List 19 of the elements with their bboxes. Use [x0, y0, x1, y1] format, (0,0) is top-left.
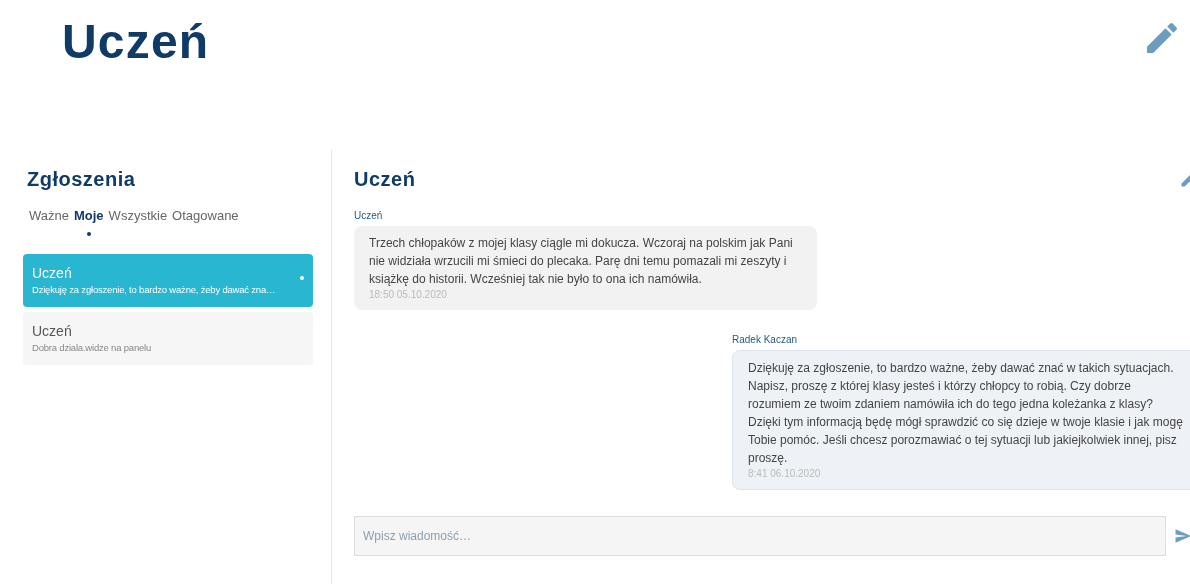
- page-title: Uczeń: [62, 14, 210, 70]
- sender-name: Uczeń: [354, 209, 383, 223]
- conversation-item[interactable]: Uczeń Dobra dziala.widze na panelu: [23, 311, 313, 365]
- conversation-name: Uczeń: [32, 321, 73, 340]
- message-text: Dziękuję za zgłoszenie, to bardzo ważne, żeby dawać znać w takich sytuacjach. Napisz, proszę z której klasy jesteś i którzy chłopcy to robią. Czy dobrze rozumiem ze twoim zdaniem namówiła ich do tego jedna koleżanka z klasy? Dzięki tym informacją będę mógł sprawdzić co się dzieje w twoje klasie i jak mogę Tobie pomóc. Jeśli chcesz porozmawiać o tej sytuacji lub jakiejkolwiek innej, pisz proszę.: [748, 360, 1184, 467]
- filter-tab[interactable]: Ważne: [29, 206, 69, 236]
- message-time: 8:41 06.10.2020: [748, 467, 822, 481]
- message-text: Trzech chłopaków z mojej klasy ciągle mi dokucza. Wczoraj na polskim jak Pani nie widziała wrzucili mi śmieci do plecaka. Parę dni temu pomazali mi zeszyty i książkę do historii. Wcześniej tak nie było to ona ich namówiła.: [369, 235, 794, 288]
- sidebar-title: Zgłoszenia: [27, 167, 137, 192]
- message-input[interactable]: Wpisz wiadomość…: [354, 516, 1166, 556]
- conversation-name: Uczeń: [32, 263, 73, 282]
- chat-title: Uczeń: [354, 167, 416, 192]
- conversation-preview: Dziękuję za zgłoszenie, to bardzo ważne, żeby dawać zna…: [32, 282, 276, 297]
- conversation-preview: Dobra dziala.widze na panelu: [32, 340, 152, 355]
- filter-tab[interactable]: Moje: [74, 206, 104, 236]
- filter-tab[interactable]: Otagowane: [172, 206, 239, 236]
- sender-name: Radek Kaczan: [732, 333, 798, 347]
- filter-tab[interactable]: Wszystkie: [108, 206, 168, 236]
- send-icon[interactable]: [1174, 527, 1190, 545]
